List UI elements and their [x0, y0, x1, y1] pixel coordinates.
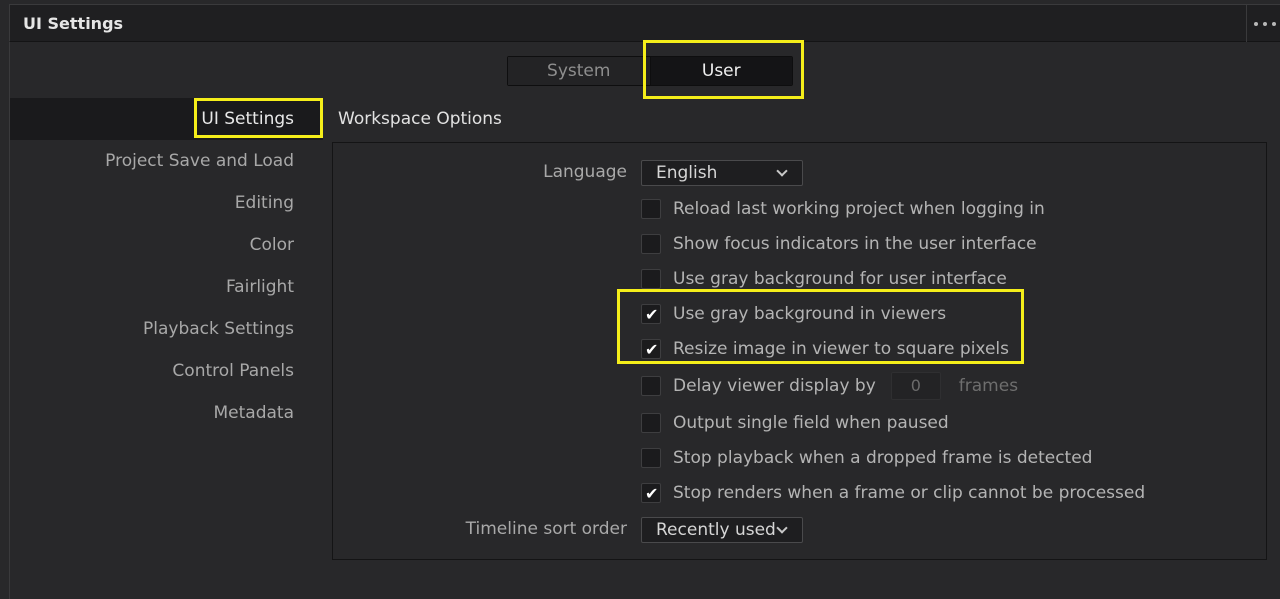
- checkbox[interactable]: ✔: [641, 339, 661, 359]
- timeline-sort-value: Recently used: [656, 520, 776, 540]
- option-delay-viewer-display[interactable]: Delay viewer display by 0 frames: [641, 372, 1019, 400]
- delay-frames-input[interactable]: 0: [890, 372, 941, 400]
- title-bar: UI Settings: [9, 4, 1280, 42]
- option-label: Resize image in viewer to square pixels: [673, 339, 1010, 359]
- chevron-down-icon: [776, 165, 788, 177]
- checkmark-icon: ✔: [645, 484, 659, 503]
- sidebar-item-project-save-and-load[interactable]: Project Save and Load: [10, 140, 323, 182]
- chevron-down-icon: [776, 522, 788, 534]
- language-value: English: [656, 163, 718, 183]
- option-label: Reload last working project when logging…: [673, 199, 1045, 219]
- window-title: UI Settings: [23, 14, 124, 33]
- sidebar-item-color[interactable]: Color: [10, 224, 323, 266]
- language-label: Language: [543, 162, 627, 182]
- language-dropdown[interactable]: English: [641, 160, 803, 186]
- section-title: Workspace Options: [338, 109, 502, 129]
- option-gray-background-viewers[interactable]: ✔ Use gray background in viewers: [641, 303, 946, 325]
- option-label: Use gray background in viewers: [673, 304, 947, 324]
- settings-sidebar: UI Settings Project Save and Load Editin…: [10, 98, 323, 434]
- checkbox[interactable]: ✔: [641, 304, 661, 324]
- sidebar-item-control-panels[interactable]: Control Panels: [10, 350, 323, 392]
- option-label: Show focus indicators in the user interf…: [673, 234, 1037, 254]
- option-stop-playback-dropped-frame[interactable]: Stop playback when a dropped frame is de…: [641, 447, 1092, 469]
- option-label: Delay viewer display by: [673, 376, 876, 396]
- checkbox[interactable]: [641, 376, 661, 396]
- checkmark-icon: ✔: [645, 305, 659, 324]
- tab-user[interactable]: User: [650, 57, 792, 85]
- sidebar-item-playback-settings[interactable]: Playback Settings: [10, 308, 323, 350]
- option-resize-square-pixels[interactable]: ✔ Resize image in viewer to square pixel…: [641, 338, 1009, 360]
- option-show-focus-indicators[interactable]: Show focus indicators in the user interf…: [641, 233, 1037, 255]
- more-horizontal-icon: [1254, 22, 1276, 26]
- option-reload-last-project[interactable]: Reload last working project when logging…: [641, 198, 1045, 220]
- option-label: Output single field when paused: [673, 413, 949, 433]
- checkbox[interactable]: ✔: [641, 483, 661, 503]
- checkmark-icon: ✔: [645, 340, 659, 359]
- sidebar-item-fairlight[interactable]: Fairlight: [10, 266, 323, 308]
- checkbox[interactable]: [641, 448, 661, 468]
- checkbox[interactable]: [641, 234, 661, 254]
- frames-unit-label: frames: [958, 376, 1019, 396]
- sidebar-item-editing[interactable]: Editing: [10, 182, 323, 224]
- scope-tab-group: System User: [507, 56, 793, 86]
- timeline-sort-label: Timeline sort order: [465, 519, 627, 539]
- option-output-single-field[interactable]: Output single field when paused: [641, 412, 949, 434]
- option-label: Stop playback when a dropped frame is de…: [673, 448, 1093, 468]
- sidebar-item-metadata[interactable]: Metadata: [10, 392, 323, 434]
- checkbox[interactable]: [641, 413, 661, 433]
- option-label: Use gray background for user interface: [673, 269, 1007, 289]
- timeline-sort-dropdown[interactable]: Recently used: [641, 517, 803, 543]
- option-gray-background-ui[interactable]: Use gray background for user interface: [641, 268, 1007, 290]
- tab-system[interactable]: System: [508, 57, 651, 85]
- option-label: Stop renders when a frame or clip cannot…: [673, 483, 1146, 503]
- checkbox[interactable]: [641, 199, 661, 219]
- checkbox[interactable]: [641, 269, 661, 289]
- option-stop-renders[interactable]: ✔ Stop renders when a frame or clip cann…: [641, 482, 1145, 504]
- more-options-button[interactable]: [1246, 5, 1280, 42]
- settings-window: UI Settings System User UI Settings Proj…: [0, 0, 1280, 599]
- sidebar-item-ui-settings[interactable]: UI Settings: [10, 98, 323, 140]
